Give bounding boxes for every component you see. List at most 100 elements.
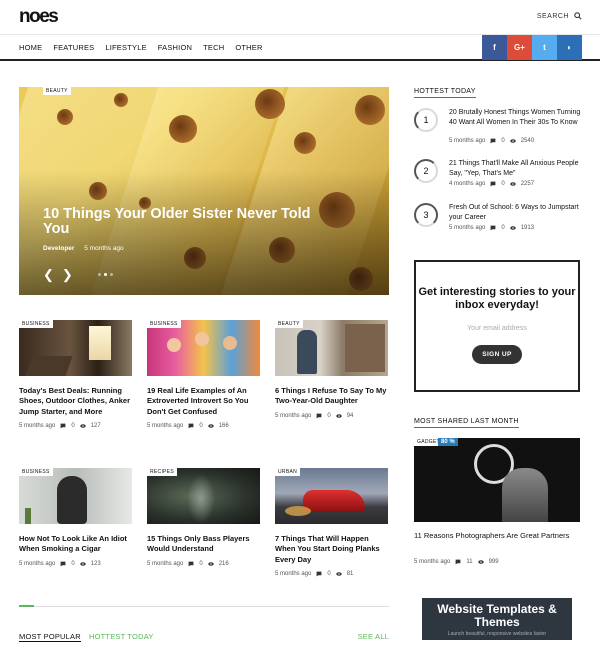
hero-slider[interactable]: BEAUTY 10 Things Your Older Sister Never… (19, 87, 389, 295)
article-tag[interactable]: URBAN (275, 468, 301, 476)
article-card[interactable]: BEAUTY 6 Things I Refuse To Say To My Tw… (275, 320, 388, 419)
nav-item-lifestyle[interactable]: LIFESTYLE (105, 43, 146, 52)
article-tag[interactable]: BEAUTY (275, 320, 303, 328)
article-image[interactable]: URBAN (275, 468, 388, 524)
see-all-link[interactable]: SEE ALL (358, 632, 389, 641)
article-title[interactable]: 19 Real Life Examples of An Extroverted … (147, 386, 260, 417)
hero-title[interactable]: 10 Things Your Older Sister Never Told Y… (43, 207, 323, 237)
nav-item-features[interactable]: FEATURES (53, 43, 94, 52)
ranked-title[interactable]: 20 Brutally Honest Things Women Turning … (449, 108, 584, 128)
site-header: noes SEARCH (0, 0, 600, 34)
hero-tag[interactable]: BEAUTY (43, 87, 71, 95)
article-image[interactable]: BEAUTY (275, 320, 388, 376)
slider-dot-active[interactable] (104, 273, 107, 276)
nav-item-fashion[interactable]: FASHION (158, 43, 192, 52)
article-image[interactable]: BUSINESS (147, 320, 260, 376)
hero-meta: Developer 5 months ago (43, 245, 124, 252)
comment-icon (188, 423, 194, 429)
shared-meta: 5 months ago 11 999 (414, 559, 499, 565)
comment-icon (60, 561, 66, 567)
ranked-item[interactable]: 3 Fresh Out of School: 6 Ways to Jumpsta… (414, 203, 584, 237)
tab-most-popular[interactable]: MOST POPULAR (19, 632, 81, 642)
view-count: 166 (218, 423, 229, 430)
comment-count: 0 (199, 423, 203, 430)
ad-title[interactable]: Website Templates & Themes (422, 603, 572, 629)
article-title[interactable]: Today's Best Deals: Running Shoes, Outdo… (19, 386, 132, 417)
view-count: 94 (346, 412, 354, 419)
hero-author[interactable]: Developer (43, 245, 74, 252)
article-title[interactable]: 7 Things That Will Happen When You Start… (275, 534, 388, 565)
twitter-icon[interactable]: t (532, 35, 557, 60)
article-tag[interactable]: BUSINESS (19, 468, 53, 476)
nav-item-home[interactable]: HOME (19, 43, 42, 52)
view-count: 81 (346, 571, 354, 578)
tab-hottest-today[interactable]: HOTTEST TODAY (89, 632, 154, 641)
shared-image[interactable]: GADGET 80 % (414, 438, 580, 522)
eye-icon (510, 226, 516, 230)
ranked-title[interactable]: Fresh Out of School: 6 Ways to Jumpstart… (449, 203, 584, 223)
article-meta: 5 months ago 0 216 (147, 561, 260, 567)
article-title[interactable]: How Not To Look Like An Idiot When Smoki… (19, 534, 132, 555)
slider-dot[interactable] (110, 273, 113, 276)
rank-badge: 3 (414, 203, 438, 227)
shared-title[interactable]: 11 Reasons Photographers Are Great Partn… (414, 531, 580, 541)
view-count: 1913 (520, 225, 535, 231)
ranked-time: 5 months ago (449, 225, 486, 231)
comment-count: 0 (71, 423, 75, 430)
article-card[interactable]: BUSINESS Today's Best Deals: Running Sho… (19, 320, 132, 429)
article-time: 5 months ago (275, 412, 312, 419)
view-count: 216 (218, 560, 229, 567)
eye-icon (336, 572, 342, 577)
article-image[interactable]: RECIPES (147, 468, 260, 524)
article-image[interactable]: BUSINESS (19, 320, 132, 376)
ad-banner[interactable]: Website Templates & Themes Launch beauti… (422, 598, 572, 640)
comment-count: 0 (501, 225, 505, 231)
comment-icon (316, 413, 322, 419)
nav-item-other[interactable]: OTHER (235, 43, 262, 52)
eye-icon (510, 139, 516, 143)
article-time: 5 months ago (19, 423, 56, 430)
most-shared-heading: MOST SHARED LAST MONTH (414, 418, 519, 428)
bottle-shape (25, 508, 31, 524)
shared-time: 5 months ago (414, 559, 451, 565)
email-field[interactable]: Your email address (416, 325, 578, 332)
article-title[interactable]: 15 Things Only Bass Players Would Unders… (147, 534, 260, 555)
rank-number: 1 (423, 115, 429, 125)
article-tag[interactable]: BUSINESS (147, 320, 181, 328)
article-tag[interactable]: BUSINESS (19, 320, 53, 328)
article-image[interactable]: BUSINESS (19, 468, 132, 524)
girl-shape (297, 330, 317, 374)
slider-dot[interactable] (98, 273, 101, 276)
comment-icon (188, 561, 194, 567)
article-meta: 5 months ago 0 123 (19, 561, 132, 567)
eye-icon (80, 562, 86, 566)
view-count: 2257 (520, 181, 535, 187)
eye-icon (208, 562, 214, 566)
rank-badge: 2 (414, 159, 438, 183)
article-card[interactable]: RECIPES 15 Things Only Bass Players Woul… (147, 468, 260, 567)
divider-accent (19, 605, 34, 607)
article-card[interactable]: URBAN 7 Things That Will Happen When You… (275, 468, 388, 577)
ranked-title[interactable]: 21 Things That'll Make All Anxious Peopl… (449, 159, 584, 179)
nav-item-tech[interactable]: TECH (203, 43, 224, 52)
view-count: 127 (90, 423, 101, 430)
article-tag[interactable]: RECIPES (147, 468, 178, 476)
googleplus-icon[interactable]: G+ (507, 35, 532, 60)
hero-time: 5 months ago (84, 245, 124, 252)
ranked-item[interactable]: 2 21 Things That'll Make All Anxious Peo… (414, 159, 584, 193)
site-logo[interactable]: noes (19, 6, 59, 28)
facebook-icon[interactable]: f (482, 35, 507, 60)
chevron-left-icon[interactable]: ❮ (43, 267, 54, 283)
github-icon[interactable]: ◐ (557, 35, 582, 60)
chevron-right-icon[interactable]: ❯ (62, 267, 73, 283)
face-shape (195, 332, 209, 346)
sign-up-button[interactable]: SIGN UP (472, 345, 522, 364)
article-meta: 5 months ago 0 166 (147, 423, 260, 429)
article-card[interactable]: BUSINESS 19 Real Life Examples of An Ext… (147, 320, 260, 429)
ranked-item[interactable]: 1 20 Brutally Honest Things Women Turnin… (414, 108, 584, 148)
stairs-shape (25, 356, 73, 376)
search-button[interactable]: SEARCH (537, 12, 582, 20)
article-card[interactable]: BUSINESS How Not To Look Like An Idiot W… (19, 468, 132, 567)
article-title[interactable]: 6 Things I Refuse To Say To My Two-Year-… (275, 386, 388, 407)
newsletter-box: Get interesting stories to your inbox ev… (414, 260, 580, 392)
